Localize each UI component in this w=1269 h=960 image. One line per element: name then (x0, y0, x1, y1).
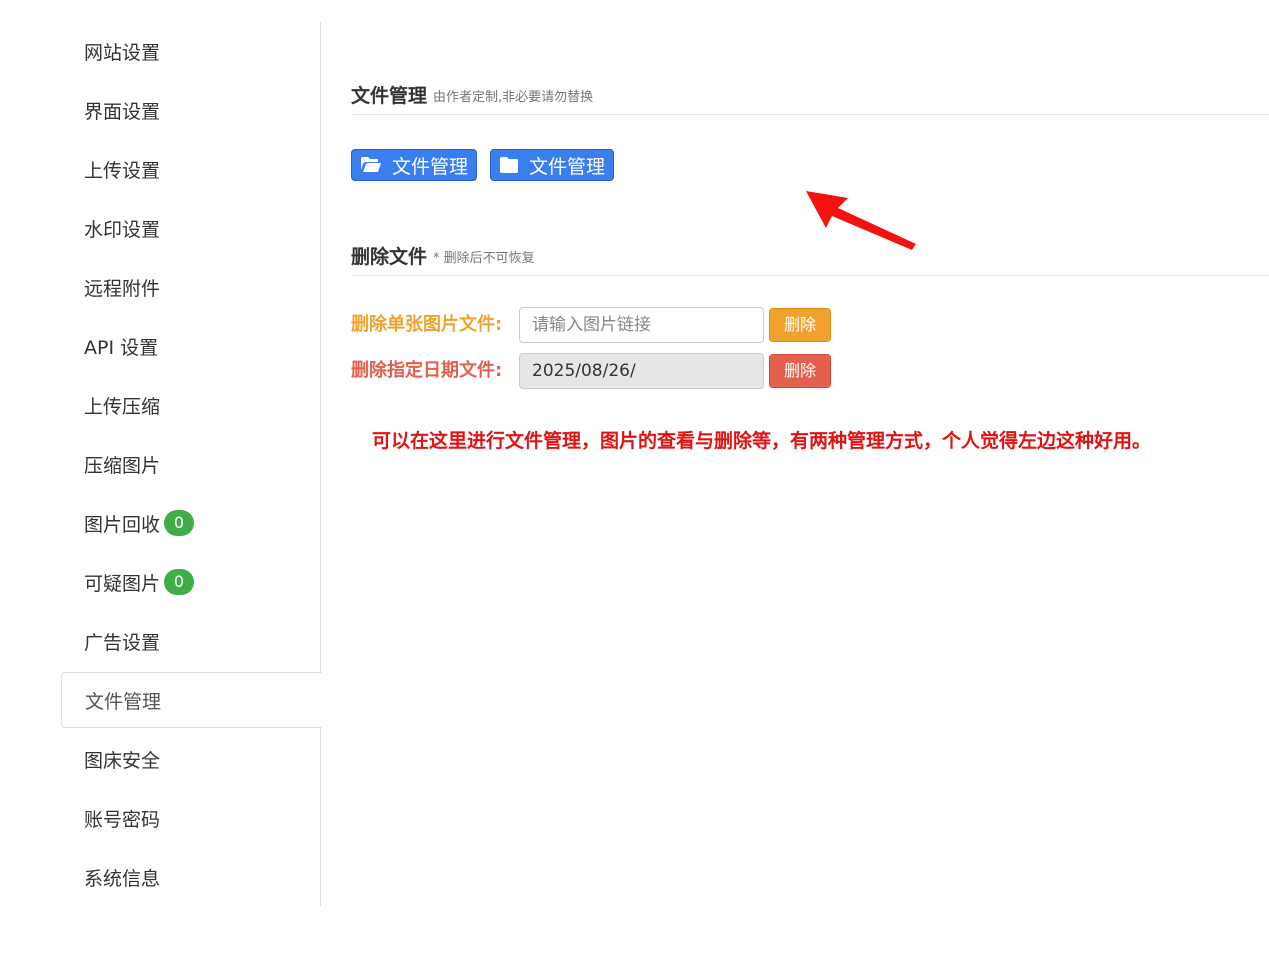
count-badge: 0 (164, 569, 195, 595)
section-title: 文件管理 (351, 84, 428, 107)
red-arrow-annotation (806, 191, 916, 250)
sidebar-item-label: 上传压缩 (84, 395, 161, 418)
sidebar-item-label: 远程附件 (84, 277, 161, 300)
main-panel: 文件管理 由作者定制,非必要请勿替换 文件管理 文件管理 删除文件 * 删除后不… (351, 0, 1269, 960)
sidebar-item-suspicious-images[interactable]: 可疑图片 0 (61, 554, 320, 610)
sidebar-item-label: API 设置 (84, 336, 159, 359)
sidebar-item-label: 图床安全 (84, 749, 161, 772)
sidebar-item-remote-attachments[interactable]: 远程附件 (61, 259, 320, 315)
delete-single-button[interactable]: 删除 (769, 308, 831, 342)
sidebar-item-host-security[interactable]: 图床安全 (61, 731, 320, 787)
section-title: 删除文件 (351, 245, 428, 268)
sidebar-item-image-recycle[interactable]: 图片回收 0 (61, 495, 320, 551)
sidebar-item-watermark-settings[interactable]: 水印设置 (61, 200, 320, 256)
sidebar-item-upload-compress[interactable]: 上传压缩 (61, 377, 320, 433)
delete-by-date-label: 删除指定日期文件: (351, 360, 503, 381)
sidebar-item-label: 账号密码 (84, 808, 161, 831)
sidebar: 网站设置 界面设置 上传设置 水印设置 远程附件 API 设置 上传压缩 压缩图… (61, 22, 322, 906)
sidebar-item-site-settings[interactable]: 网站设置 (61, 23, 320, 79)
sidebar-item-account-password[interactable]: 账号密码 (61, 790, 320, 846)
sidebar-item-api-settings[interactable]: API 设置 (61, 318, 320, 374)
section-note: * 删除后不可恢复 (433, 251, 535, 266)
sidebar-item-upload-settings[interactable]: 上传设置 (61, 141, 320, 197)
section-note: 由作者定制,非必要请勿替换 (433, 90, 594, 105)
button-label: 文件管理 (392, 155, 469, 178)
sidebar-item-ui-settings[interactable]: 界面设置 (61, 82, 320, 138)
sidebar-item-label: 水印设置 (84, 218, 161, 241)
sidebar-item-ad-settings[interactable]: 广告设置 (61, 613, 320, 669)
sidebar-item-label: 界面设置 (84, 100, 161, 123)
sidebar-item-compress-images[interactable]: 压缩图片 (61, 436, 320, 492)
file-manager-button-1[interactable]: 文件管理 (351, 149, 478, 181)
sidebar-item-system-info[interactable]: 系统信息 (61, 849, 320, 905)
image-url-input[interactable] (519, 307, 764, 343)
sidebar-item-label: 图片回收 (84, 513, 161, 536)
sidebar-item-label: 压缩图片 (84, 454, 161, 477)
button-label: 文件管理 (529, 155, 606, 178)
date-path-input[interactable] (519, 353, 764, 389)
sidebar-item-file-manage[interactable]: 文件管理 (61, 672, 322, 728)
sidebar-item-label: 可疑图片 (84, 572, 161, 595)
delete-by-date-button[interactable]: 删除 (769, 354, 831, 388)
count-badge: 0 (164, 510, 195, 536)
sidebar-item-label: 上传设置 (84, 159, 161, 182)
annotation-text: 可以在这里进行文件管理，图片的查看与删除等，有两种管理方式，个人觉得左边这种好用… (372, 430, 1152, 452)
sidebar-item-label: 网站设置 (84, 41, 161, 64)
folder-icon (500, 157, 518, 173)
folder-open-icon (361, 157, 381, 172)
file-manage-header: 文件管理 由作者定制,非必要请勿替换 (351, 74, 1269, 115)
delete-single-label: 删除单张图片文件: (351, 314, 503, 335)
file-manager-button-2[interactable]: 文件管理 (490, 149, 615, 181)
sidebar-item-label: 文件管理 (85, 690, 162, 713)
sidebar-item-label: 广告设置 (84, 631, 161, 654)
sidebar-item-label: 系统信息 (84, 867, 161, 890)
